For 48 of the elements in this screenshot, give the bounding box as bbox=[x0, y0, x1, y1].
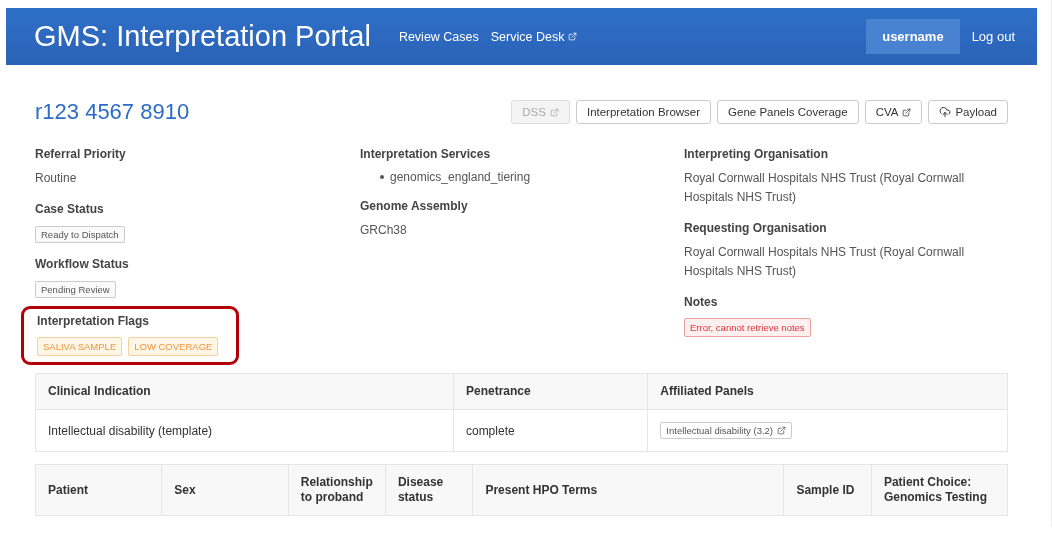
column-header: Penetrance bbox=[453, 373, 648, 410]
column-header: Relationship to proband bbox=[288, 464, 386, 516]
action-button[interactable]: Gene Panels Coverage bbox=[717, 100, 859, 124]
error-tag: Error, cannot retrieve notes bbox=[684, 318, 811, 337]
external-link-icon bbox=[902, 107, 912, 117]
column-header: Patient Choice: Genomics Testing bbox=[871, 464, 1008, 516]
cloud-upload-icon bbox=[939, 106, 952, 118]
nav-link[interactable]: Review Cases bbox=[398, 29, 479, 44]
bullet-icon bbox=[380, 175, 384, 179]
column-header: Patient bbox=[35, 464, 162, 516]
field-value: Routine bbox=[35, 170, 78, 187]
field-label: Genome Assembly bbox=[360, 199, 469, 213]
column-header: Clinical Indication bbox=[35, 373, 454, 410]
column-header: Sample ID bbox=[783, 464, 872, 516]
action-button[interactable]: Payload bbox=[928, 100, 1008, 124]
table-cell: Intellectual disability (template) bbox=[35, 409, 454, 452]
field-label: Interpretation Flags bbox=[37, 314, 150, 328]
field-label: Interpreting Organisation bbox=[684, 147, 829, 161]
field-label: Requesting Organisation bbox=[684, 221, 828, 235]
column-header: Affiliated Panels bbox=[647, 373, 1008, 410]
column-header: Sex bbox=[161, 464, 289, 516]
table-cell: complete bbox=[453, 409, 648, 452]
column-header: Present HPO Terms bbox=[472, 464, 784, 516]
external-link-icon bbox=[777, 426, 786, 435]
flag-tag: SALIVA SAMPLE bbox=[37, 337, 123, 356]
flag-tag: LOW COVERAGE bbox=[128, 337, 219, 356]
user-menu[interactable]: username bbox=[866, 19, 960, 54]
field-value: Royal Cornwall Hospitals NHS Trust (Royal Cornwall Hospitals NHS Trust) bbox=[684, 170, 966, 206]
logout-link[interactable]: Log out bbox=[971, 29, 1015, 44]
external-link-icon bbox=[568, 32, 578, 41]
status-tag: Pending Review bbox=[35, 281, 116, 298]
app-title: GMS: Interpretation Portal bbox=[34, 20, 371, 53]
service-item: genomics_england_tiering bbox=[390, 169, 531, 185]
panel-link[interactable]: Intellectual disability (3.2) bbox=[660, 422, 792, 439]
field-value: GRCh38 bbox=[360, 222, 408, 239]
external-link-icon bbox=[549, 107, 559, 117]
action-button[interactable]: CVA bbox=[864, 100, 923, 124]
nav-link[interactable]: Service Desk bbox=[490, 29, 578, 44]
field-label: Case Status bbox=[35, 202, 105, 216]
field-label: Workflow Status bbox=[35, 257, 130, 271]
field-value: Royal Cornwall Hospitals NHS Trust (Royal Cornwall Hospitals NHS Trust) bbox=[684, 244, 966, 280]
column-header: Disease status bbox=[385, 464, 473, 516]
case-id: r123 4567 8910 bbox=[35, 99, 190, 125]
field-label: Interpretation Services bbox=[360, 147, 492, 161]
status-tag: Ready to Dispatch bbox=[35, 226, 125, 243]
field-label: Referral Priority bbox=[35, 147, 127, 161]
field-label: Notes bbox=[684, 295, 719, 309]
action-button[interactable]: Interpretation Browser bbox=[575, 100, 712, 124]
